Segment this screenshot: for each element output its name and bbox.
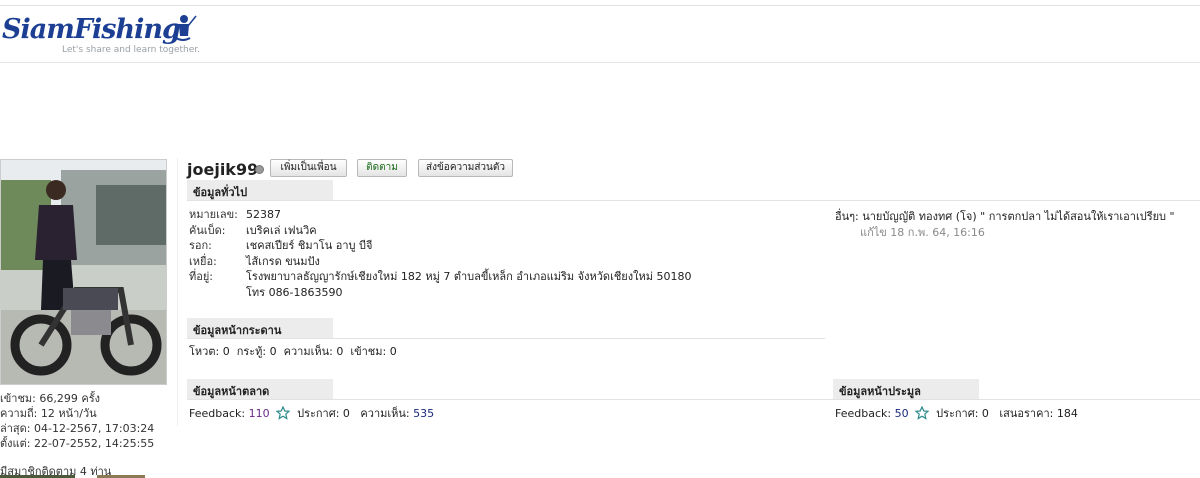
comments-value[interactable]: 535 <box>413 407 434 420</box>
stat-last-visit: ล่าสุด: 04-12-2567, 17:03:24 <box>0 422 155 435</box>
feedback-value[interactable]: 50 <box>895 407 909 420</box>
username: joejik99 <box>187 160 259 179</box>
section-divider <box>187 200 1200 201</box>
section-board-title: ข้อมูลหน้ากระดาน <box>187 318 333 338</box>
visits-value: 0 <box>389 345 397 358</box>
comments-value: 0 <box>336 345 344 358</box>
info-value: ไส้เกรด ขนมปัง <box>246 254 320 268</box>
market-stats: Feedback: 110 ประกาศ: 0 ความเห็น: 535 <box>189 404 434 422</box>
logo-tagline: Let's share and learn together. <box>62 45 200 55</box>
announce-label: ประกาศ: <box>936 407 979 420</box>
auction-stats: Feedback: 50 ประกาศ: 0 เสนอราคา: 184 <box>835 404 1078 422</box>
column-divider <box>177 158 178 426</box>
add-friend-button[interactable]: เพิ่มเป็นเพื่อน <box>270 159 347 177</box>
section-auction-title: ข้อมูลหน้าประมูล <box>833 379 979 399</box>
info-row-rod: คันเบ็ด: เบริคเล่ เฟนวิค <box>189 223 691 239</box>
profile-avatar <box>0 159 167 385</box>
votes-label: โหวต: <box>189 345 220 358</box>
info-label: รอก: <box>189 239 212 252</box>
info-value: โทร 086-1863590 <box>246 285 343 299</box>
comments-label: ความเห็น: <box>283 345 333 358</box>
info-value: 52387 <box>246 208 281 221</box>
info-label <box>189 285 246 301</box>
follow-button[interactable]: ติดตาม <box>357 159 407 177</box>
topics-value: 0 <box>269 345 277 358</box>
edited-timestamp: แก้ไข 18 ก.พ. 64, 16:16 <box>860 226 985 239</box>
star-icon <box>276 406 291 420</box>
info-label: คันเบ็ด: <box>189 223 226 237</box>
logo-brand-text: SiamFishing <box>2 14 181 45</box>
feedback-value[interactable]: 110 <box>249 407 270 420</box>
section-market-title: ข้อมูลหน้าตลาด <box>187 379 333 399</box>
announce-value: 0 <box>342 407 350 420</box>
private-message-button[interactable]: ส่งข้อความส่วนตัว <box>418 159 513 177</box>
info-row-bait: เหยื่อ: ไส้เกรด ขนมปัง <box>189 254 691 270</box>
info-row-address: ที่อยู่: โรงพยาบาลธัญญารักษ์เชียงใหม่ 18… <box>189 269 691 285</box>
comments-label: ความเห็น: <box>360 407 410 420</box>
votes-value: 0 <box>222 345 230 358</box>
stat-frequency: ความถี่: 12 หน้า/วัน <box>0 407 97 420</box>
info-value: เบริคเล่ เฟนวิค <box>246 223 317 237</box>
info-row-phone: โทร 086-1863590 <box>189 285 691 301</box>
header-divider <box>0 62 1200 63</box>
bid-value: 184 <box>1056 407 1078 420</box>
bid-label: เสนอราคา: <box>999 407 1054 420</box>
info-label: หมายเลข: <box>189 208 238 221</box>
general-info-table: หมายเลข: 52387 คันเบ็ด: เบริคเล่ เฟนวิค … <box>189 207 691 300</box>
topics-label: กระทู้: <box>236 345 267 358</box>
feedback-label: Feedback: <box>189 407 246 420</box>
offline-status-icon <box>255 165 264 174</box>
info-row-id: หมายเลข: 52387 <box>189 207 691 223</box>
info-label: ที่อยู่: <box>189 270 214 283</box>
info-label: เหยื่อ: <box>189 254 217 268</box>
announce-value: 0 <box>981 407 989 420</box>
info-value: เชคสเปียร์ ชิมาโน อาบู บีจี <box>246 239 373 252</box>
section-divider <box>187 338 825 339</box>
fisherman-icon <box>175 15 197 41</box>
section-divider <box>187 399 1200 400</box>
feedback-label: Feedback: <box>835 407 892 420</box>
star-icon <box>915 406 930 420</box>
announce-label: ประกาศ: <box>297 407 340 420</box>
top-border <box>0 0 1200 6</box>
info-value: โรงพยาบาลธัญญารักษ์เชียงใหม่ 182 หมู่ 7 … <box>246 270 692 283</box>
visits-label: เข้าชม: <box>350 345 387 358</box>
stat-views: เข้าชม: 66,299 ครั้ง <box>0 392 100 405</box>
site-logo[interactable]: SiamFishing Let's share and learn togeth… <box>0 10 210 60</box>
stat-member-since: ตั้งแต่: 22-07-2552, 14:25:55 <box>0 437 155 450</box>
section-general-title: ข้อมูลทั่วไป <box>187 180 333 200</box>
profile-stats: เข้าชม: 66,299 ครั้ง ความถี่: 12 หน้า/วั… <box>0 391 175 451</box>
board-stats: โหวต: 0 กระทู้: 0 ความเห็น: 0 เข้าชม: 0 <box>189 342 397 360</box>
info-row-reel: รอก: เชคสเปียร์ ชิมาโน อาบู บีจี <box>189 238 691 254</box>
